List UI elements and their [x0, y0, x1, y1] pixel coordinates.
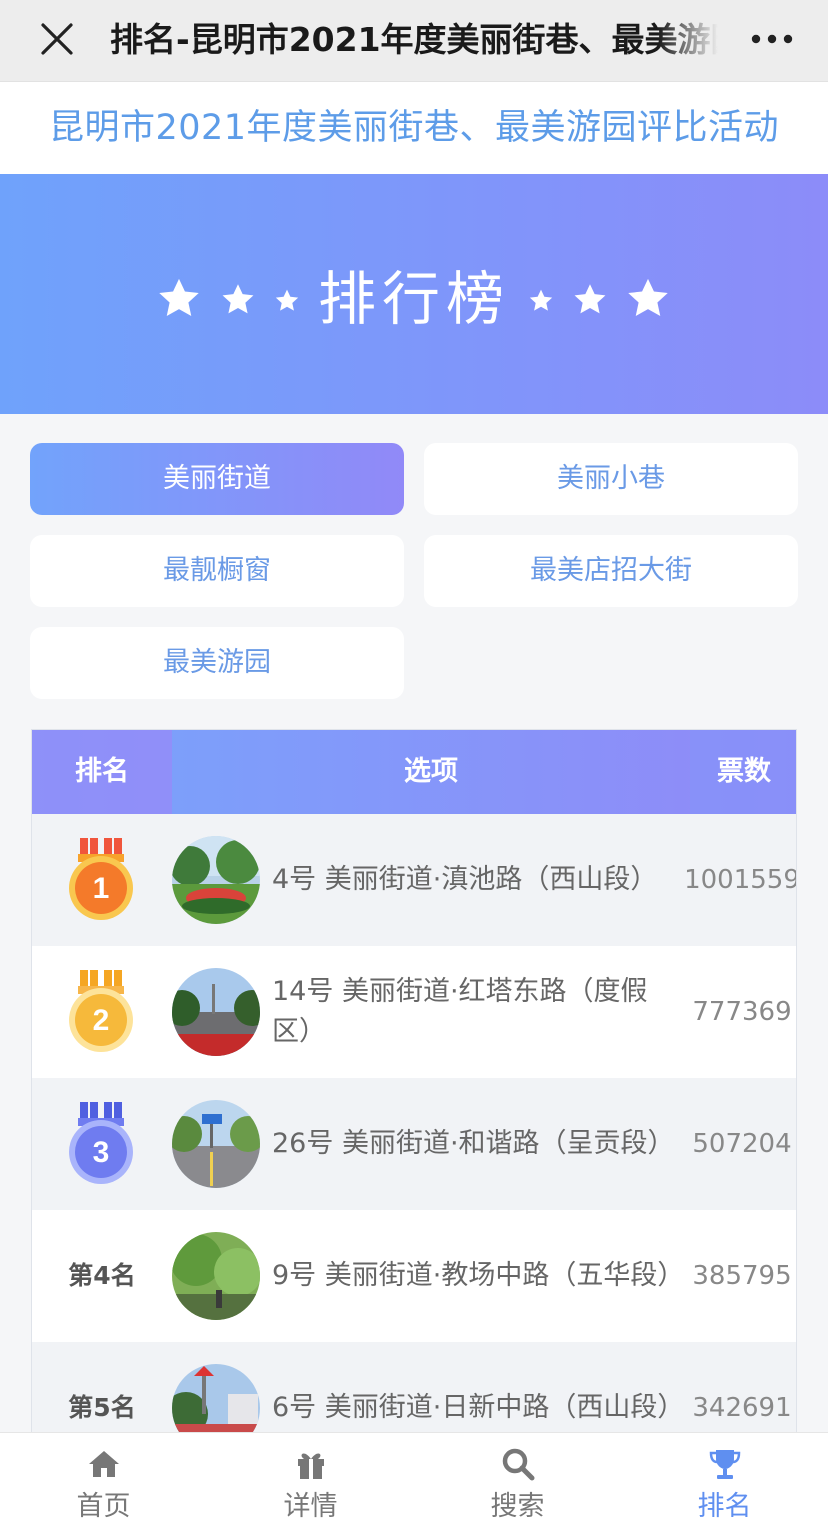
rank-cell: 3 — [32, 1078, 172, 1210]
gold-medal-icon: 1 — [69, 838, 133, 920]
table-header: 排名 选项 票数 — [32, 730, 796, 814]
rank-cell: 第4名 — [32, 1210, 172, 1342]
nav-home[interactable]: 首页 — [0, 1433, 207, 1538]
table-row[interactable]: 3 26号 美丽街道·和谐路（呈贡段） 507204 — [32, 1078, 796, 1210]
banner-title: 排行榜 — [317, 265, 510, 333]
nav-label: 搜索 — [490, 1491, 545, 1522]
page-title: 排名-昆明市2021年度美丽街巷、最美游园评比活动 — [110, 18, 718, 62]
bottom-nav: 首页 详情 搜索 排名 — [0, 1432, 828, 1538]
item-name: 9号 美丽街道·教场中路（五华段） — [272, 1260, 685, 1291]
star-icon — [574, 284, 606, 314]
more-icon[interactable] — [750, 24, 794, 54]
rank-label: 第5名 — [68, 1393, 136, 1422]
item-name: 4号 美丽街道·滇池路（西山段） — [272, 864, 658, 895]
activity-subtitle: 昆明市2021年度美丽街巷、最美游园评比活动 — [0, 82, 828, 174]
thumbnail-image — [172, 1100, 260, 1188]
title-bar: 排名-昆明市2021年度美丽街巷、最美游园评比活动 — [0, 0, 828, 82]
rank-label: 第4名 — [68, 1261, 136, 1290]
gift-icon — [298, 1453, 324, 1479]
table-row[interactable]: 2 14号 美丽街道·红塔东路（度假区） 777369 — [32, 946, 796, 1078]
home-icon — [89, 1451, 119, 1477]
thumbnail-image — [172, 1232, 260, 1320]
header-item: 选项 — [404, 756, 458, 787]
vote-count: 777369 — [692, 997, 792, 1027]
nav-ranking[interactable]: 排名 — [621, 1433, 828, 1538]
vote-count: 385795 — [692, 1261, 792, 1291]
table-row[interactable]: 1 4号 美丽街道·滇池路（西山段） 1001559 — [32, 814, 797, 946]
tab-beautiful-alley[interactable]: 美丽小巷 — [424, 443, 798, 515]
trophy-icon — [709, 1450, 741, 1479]
ranking-table: 排名 选项 票数 1 4号 美丽街道·滇池路（西山段） 1001559 2 14… — [31, 729, 797, 1449]
tab-beautiful-street[interactable]: 美丽街道 — [30, 443, 404, 515]
star-icon — [628, 278, 668, 317]
rank-cell: 1 — [32, 814, 172, 946]
header-rank: 排名 — [32, 730, 172, 814]
bronze-medal-icon: 3 — [69, 1102, 133, 1184]
ranking-banner: 排行榜 — [0, 174, 828, 414]
close-icon[interactable] — [38, 20, 76, 58]
tab-best-window[interactable]: 最靓橱窗 — [30, 535, 404, 607]
nav-search[interactable]: 搜索 — [414, 1433, 621, 1538]
nav-label: 详情 — [283, 1491, 338, 1522]
item-name: 14号 美丽街道·红塔东路（度假区） — [272, 976, 648, 1047]
star-icon — [529, 289, 553, 311]
header-votes: 票数 — [690, 730, 796, 814]
nav-label: 首页 — [76, 1491, 131, 1522]
medal-number: 1 — [93, 872, 110, 905]
search-icon — [502, 1448, 535, 1481]
tab-best-signboard-street[interactable]: 最美店招大街 — [424, 535, 798, 607]
nav-details[interactable]: 详情 — [207, 1433, 414, 1538]
thumbnail-image — [172, 836, 260, 924]
tab-best-park[interactable]: 最美游园 — [30, 627, 404, 699]
nav-label: 排名 — [697, 1491, 752, 1522]
medal-number: 3 — [93, 1136, 110, 1169]
vote-count: 1001559 — [684, 865, 797, 895]
item-name: 26号 美丽街道·和谐路（呈贡段） — [272, 1128, 675, 1159]
table-row[interactable]: 第4名 9号 美丽街道·教场中路（五华段） 385795 — [32, 1210, 796, 1342]
medal-number: 2 — [93, 1004, 110, 1037]
thumbnail-image — [172, 968, 260, 1056]
silver-medal-icon: 2 — [69, 970, 133, 1052]
rank-cell: 2 — [32, 946, 172, 1078]
vote-count: 507204 — [692, 1129, 792, 1159]
